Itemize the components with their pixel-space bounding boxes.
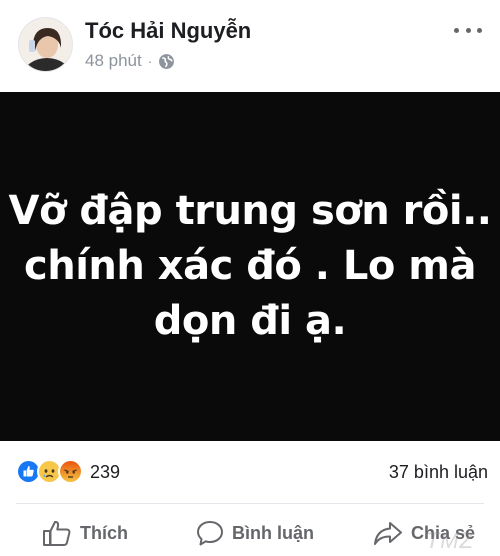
post-header: Tóc Hải Nguyễn 48 phút · xyxy=(0,0,500,92)
reactions-bar: 239 37 bình luận xyxy=(0,449,500,493)
like-button[interactable]: Thích xyxy=(42,519,128,547)
post-image[interactable]: Vỡ đập trung sơn rồi.. chính xác đó . Lo… xyxy=(0,92,500,441)
like-label: Thích xyxy=(80,522,128,543)
post-image-text: Vỡ đập trung sơn rồi.. chính xác đó . Lo… xyxy=(8,188,492,344)
share-icon xyxy=(374,522,402,545)
comment-button[interactable]: Bình luận xyxy=(196,519,314,547)
angry-reaction-icon xyxy=(58,459,83,484)
comment-icon xyxy=(197,521,223,546)
actions-bar: Thích Bình luận Chia sẻ TMZ xyxy=(0,508,500,556)
reaction-count[interactable]: 239 xyxy=(90,462,120,483)
globe-icon[interactable] xyxy=(158,53,175,70)
post-time[interactable]: 48 phút xyxy=(85,51,142,71)
post-meta: 48 phút · xyxy=(85,51,175,71)
meta-separator: · xyxy=(147,53,153,69)
comment-count[interactable]: 37 bình luận xyxy=(389,462,488,483)
reaction-icons[interactable] xyxy=(16,459,83,484)
divider xyxy=(16,503,484,504)
more-options-icon[interactable] xyxy=(454,20,482,40)
thumbs-up-icon xyxy=(43,520,71,546)
watermark-logo: TMZ xyxy=(425,528,474,553)
author-avatar[interactable] xyxy=(18,17,73,72)
comment-label: Bình luận xyxy=(232,522,314,543)
author-name[interactable]: Tóc Hải Nguyễn xyxy=(85,18,251,44)
